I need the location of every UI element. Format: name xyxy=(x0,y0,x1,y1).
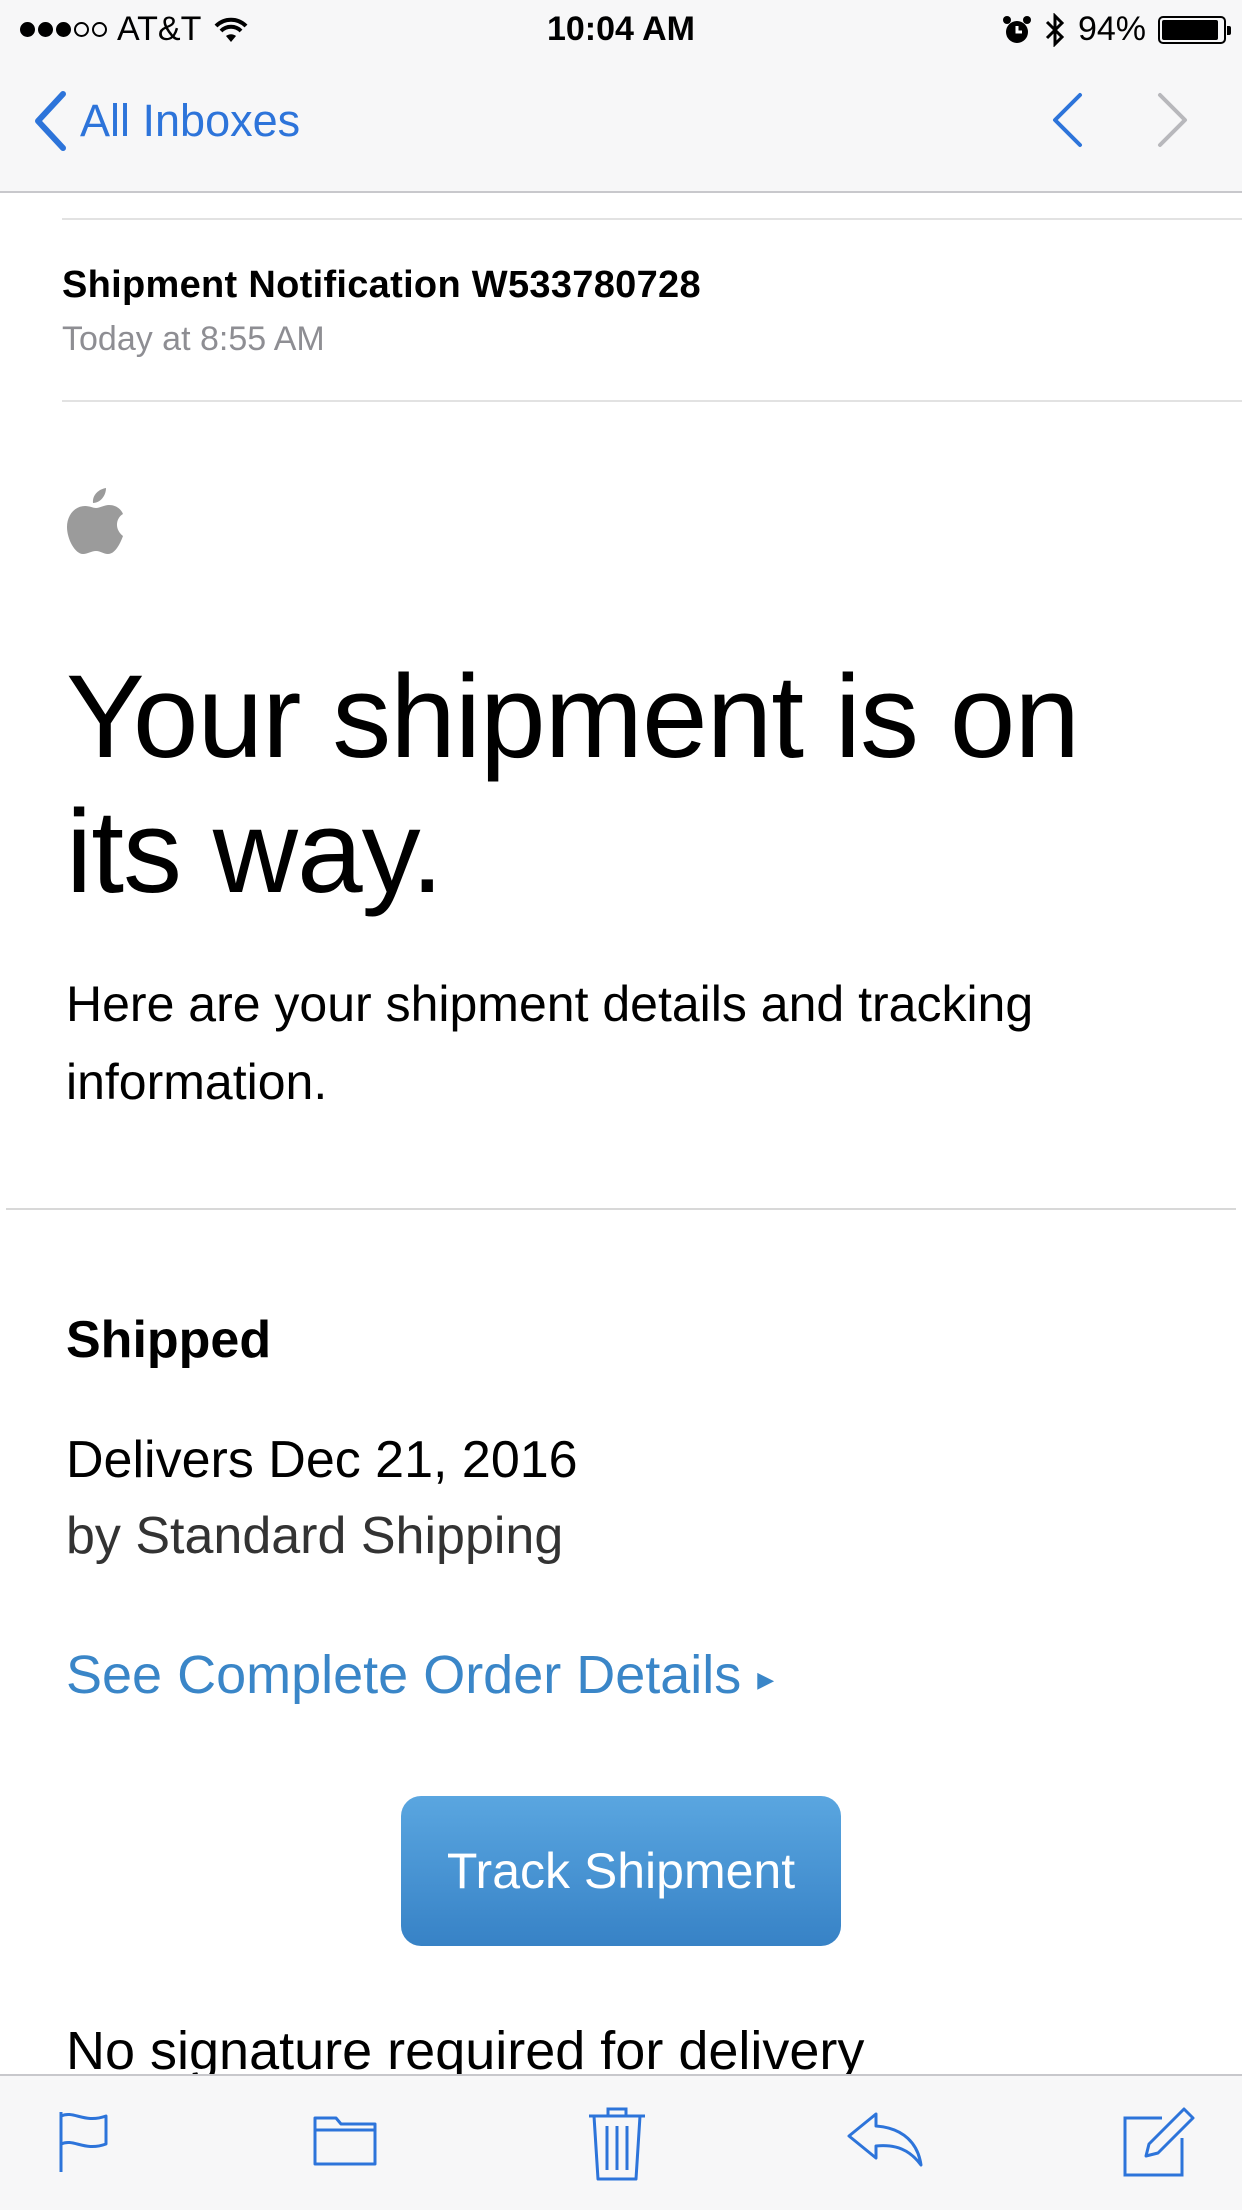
divider xyxy=(62,218,1242,220)
navigation-bar: All Inboxes xyxy=(0,60,1242,191)
top-bar: AT&T 10:04 AM 94% All Inboxes xyxy=(0,0,1242,193)
battery-percent: 94% xyxy=(1077,10,1146,48)
shipping-method: by Standard Shipping xyxy=(66,1507,564,1565)
status-bar: AT&T 10:04 AM 94% xyxy=(0,0,1242,60)
divider xyxy=(6,1208,1236,1210)
shipment-status-heading: Shipped xyxy=(66,1311,272,1369)
back-button-label: All Inboxes xyxy=(80,95,301,146)
reply-icon[interactable] xyxy=(846,2110,924,2168)
folder-icon[interactable] xyxy=(312,2110,378,2168)
message-date: Today at 8:55 AM xyxy=(62,320,325,358)
flag-icon[interactable] xyxy=(56,2110,112,2174)
status-right-group: 94% xyxy=(1002,10,1231,49)
alarm-icon xyxy=(1002,15,1031,43)
apple-logo xyxy=(67,488,123,554)
track-shipment-button[interactable]: Track Shipment xyxy=(401,1796,841,1946)
email-intro: Here are your shipment details and track… xyxy=(66,976,1034,1110)
order-details-link[interactable]: See Complete Order Details ▶ xyxy=(66,1644,774,1706)
previous-message-icon[interactable] xyxy=(1050,92,1084,148)
message-pager xyxy=(1050,92,1190,148)
bottom-toolbar xyxy=(0,2074,1242,2210)
signature-note: No signature required for delivery xyxy=(66,2021,865,2081)
battery-fill xyxy=(1162,19,1219,40)
trash-icon[interactable] xyxy=(586,2106,648,2182)
back-button[interactable]: All Inboxes xyxy=(32,90,300,152)
email-headline: Your shipment is on its way. xyxy=(66,651,1080,918)
message-subject: Shipment Notification W533780728 xyxy=(62,264,701,306)
divider xyxy=(62,400,1242,402)
compose-icon[interactable] xyxy=(1122,2106,1196,2178)
chevron-left-icon xyxy=(35,91,66,151)
next-message-icon[interactable] xyxy=(1156,92,1190,148)
bluetooth-icon xyxy=(1045,12,1065,47)
order-details-link-label: See Complete Order Details xyxy=(66,1645,742,1705)
chevron-right-icon: ▶ xyxy=(757,1667,775,1692)
battery-icon xyxy=(1158,15,1231,44)
delivery-date: Delivers Dec 21, 2016 xyxy=(66,1431,578,1489)
